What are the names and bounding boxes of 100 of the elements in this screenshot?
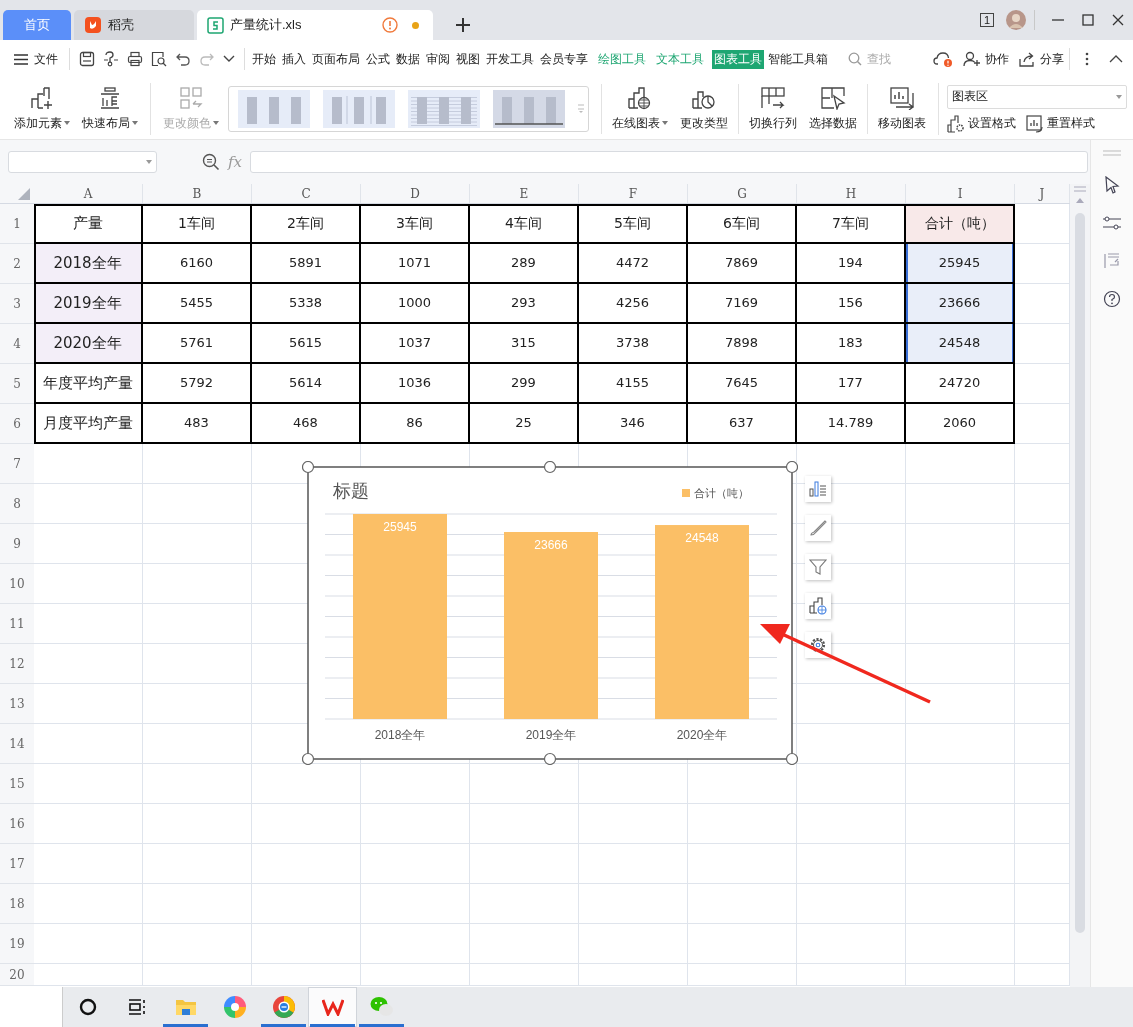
chart-element-dropdown[interactable]: 图表区	[947, 84, 1127, 109]
maximize-icon[interactable]	[1082, 14, 1094, 26]
row-header[interactable]: 2	[0, 244, 34, 284]
column-header[interactable]: C	[252, 184, 361, 203]
row-header[interactable]: 14	[0, 724, 34, 764]
table-cell: 2060	[906, 404, 1015, 444]
ribbon-button[interactable]: 在线图表	[601, 83, 672, 134]
ribbon-button[interactable]: 添加元素	[10, 83, 74, 134]
chart-elements-icon	[809, 480, 827, 498]
switch-row-column-icon	[760, 85, 786, 110]
search-input[interactable]: 查找	[865, 51, 913, 67]
chevron-down-icon[interactable]	[223, 55, 235, 63]
ribbon-button[interactable]: 更改类型	[676, 83, 732, 134]
row-header[interactable]: 4	[0, 324, 34, 364]
zoom-icon[interactable]	[202, 153, 220, 171]
table-cell: 5891	[252, 244, 361, 284]
ribbon-tab[interactable]: 公式	[364, 49, 392, 69]
ribbon-tab[interactable]: 智能工具箱	[766, 49, 830, 69]
formula-input[interactable]	[250, 151, 1088, 173]
table-cell: 315	[470, 324, 579, 364]
row-header[interactable]: 16	[0, 804, 34, 844]
table-cell: 2020全年	[34, 324, 143, 364]
column-header[interactable]: E	[470, 184, 579, 203]
print-icon[interactable]	[127, 51, 143, 67]
ribbon-tab[interactable]: 会员专享	[538, 49, 590, 69]
document-tab[interactable]: 稻壳	[74, 10, 194, 40]
menu-action-button[interactable]: 协作	[963, 50, 1009, 68]
row-header[interactable]: 9	[0, 524, 34, 564]
row-header[interactable]: 19	[0, 924, 34, 964]
row-header[interactable]: 17	[0, 844, 34, 884]
table-cell: 299	[470, 364, 579, 404]
row-header[interactable]: 12	[0, 644, 34, 684]
close-icon[interactable]	[1112, 14, 1124, 26]
menu-action-button[interactable]: 分享	[1019, 50, 1064, 68]
ribbon-small-button[interactable]: 设置格式	[947, 114, 1016, 133]
taskbar-search-field[interactable]	[0, 987, 63, 1027]
chart-tool-button[interactable]	[805, 554, 831, 580]
ribbon-tab[interactable]: 页面布局	[310, 49, 362, 69]
switch-icon[interactable]	[1103, 252, 1121, 270]
row-header[interactable]: 3	[0, 284, 34, 324]
column-header[interactable]: I	[906, 184, 1015, 203]
row-header[interactable]: 5	[0, 364, 34, 404]
chart-legend[interactable]: 合计（吨）	[682, 487, 749, 499]
document-tab[interactable]: 产量统计.xls	[197, 10, 433, 40]
avatar-icon[interactable]	[1006, 10, 1026, 30]
column-header[interactable]: A	[34, 184, 143, 203]
column-header[interactable]: F	[579, 184, 688, 203]
row-header[interactable]: 13	[0, 684, 34, 724]
ribbon-tab[interactable]: 开发工具	[484, 49, 536, 69]
ribbon-button[interactable]: 切换行列	[738, 83, 801, 134]
help-icon[interactable]	[1103, 290, 1121, 308]
chart-style-thumbnail[interactable]	[238, 89, 310, 128]
column-header[interactable]: D	[361, 184, 470, 203]
save-icon[interactable]	[79, 51, 95, 67]
table-cell: 7898	[688, 324, 797, 364]
table-cell: 4车间	[470, 204, 579, 244]
chart-area[interactable]: 标题 合计（吨） 25945 2018全年 23666 2019全年 24548 2020全年	[308, 467, 792, 759]
row-header[interactable]: 7	[0, 444, 34, 484]
cursor-icon[interactable]	[1104, 176, 1120, 194]
ribbon-tab[interactable]: 开始	[250, 49, 278, 69]
table-cell: 24548	[906, 324, 1015, 364]
ribbon-button[interactable]: 选择数据	[805, 83, 861, 134]
column-header[interactable]: B	[143, 184, 252, 203]
chart-tool-button[interactable]	[805, 593, 831, 619]
chart-title[interactable]: 标题	[333, 481, 369, 501]
ribbon-button[interactable]: 快速布局	[78, 83, 142, 134]
chart-style-thumbnail[interactable]	[408, 89, 480, 128]
row-header[interactable]: 1	[0, 204, 34, 244]
format-painter-icon[interactable]	[103, 51, 119, 67]
more-options-icon[interactable]	[1085, 52, 1089, 66]
scrollbar-thumb[interactable]	[1075, 213, 1085, 933]
collapse-ribbon-icon[interactable]	[1109, 55, 1123, 63]
cloud-warning-icon[interactable]	[933, 50, 953, 68]
window-count-indicator[interactable]: 1	[979, 13, 994, 27]
row-header[interactable]: 18	[0, 884, 34, 924]
row-header[interactable]: 11	[0, 604, 34, 644]
undo-icon[interactable]	[175, 51, 191, 67]
chart-style-thumbnail[interactable]	[323, 89, 395, 128]
chart-tool-button[interactable]	[805, 515, 831, 541]
file-menu-button[interactable]: 文件	[14, 50, 58, 68]
row-header[interactable]: 20	[0, 964, 34, 986]
ribbon-small-button[interactable]: 重置样式	[1026, 114, 1095, 133]
sliders-icon[interactable]	[1103, 214, 1121, 232]
row-header[interactable]: 15	[0, 764, 34, 804]
print-preview-icon[interactable]	[151, 51, 167, 67]
search-field[interactable]: 查找	[848, 51, 913, 67]
ribbon-tab[interactable]: 视图	[454, 49, 482, 69]
row-header[interactable]: 6	[0, 404, 34, 444]
column-header[interactable]: H	[797, 184, 906, 203]
move-chart-icon	[889, 85, 915, 110]
ribbon-button[interactable]: 移动图表	[867, 83, 930, 134]
ribbon-tab[interactable]: 审阅	[424, 49, 452, 69]
column-header[interactable]: G	[688, 184, 797, 203]
chart-style-thumbnail[interactable]	[493, 89, 565, 128]
ribbon-tab[interactable]: 插入	[280, 49, 308, 69]
split-handle-icon[interactable]	[1074, 186, 1086, 192]
ribbon-tab[interactable]: 数据	[394, 49, 422, 69]
row-header[interactable]: 8	[0, 484, 34, 524]
new-tab-icon[interactable]	[456, 18, 470, 32]
row-header[interactable]: 10	[0, 564, 34, 604]
